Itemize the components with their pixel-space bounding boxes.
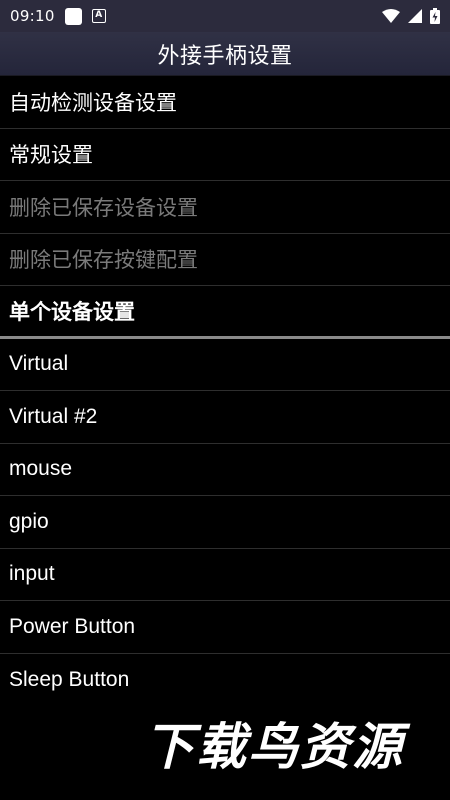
section-header-label: 单个设备设置 xyxy=(9,299,135,324)
screen: 09:10 A 外接手柄设置 自动检测设备设置 常规设置 删除已保存设备设置 删… xyxy=(0,0,450,800)
cell-signal-icon xyxy=(408,9,422,23)
menu-item-delete-key-config: 删除已保存按键配置 xyxy=(0,234,450,286)
wifi-icon xyxy=(382,9,400,23)
device-label: Power Button xyxy=(9,614,136,638)
device-label: Sleep Button xyxy=(9,667,130,691)
menu-item-general-settings[interactable]: 常规设置 xyxy=(0,129,450,181)
device-label: Virtual #2 xyxy=(9,404,98,428)
notification-square-icon xyxy=(64,7,82,25)
device-label: input xyxy=(9,562,55,586)
device-item-sleep-button[interactable]: Sleep Button xyxy=(0,654,450,707)
device-item-virtual[interactable]: Virtual xyxy=(0,339,450,391)
device-label: Virtual xyxy=(9,352,69,376)
device-item-power-button[interactable]: Power Button xyxy=(0,601,450,654)
status-bar: 09:10 A xyxy=(0,0,450,32)
device-item-mouse[interactable]: mouse xyxy=(0,444,450,496)
menu-item-label: 删除已保存设备设置 xyxy=(9,195,198,220)
battery-icon xyxy=(430,8,440,24)
menu-item-label: 删除已保存按键配置 xyxy=(9,248,198,273)
device-item-gpio[interactable]: gpio xyxy=(0,496,450,549)
menu-item-auto-detect[interactable]: 自动检测设备设置 xyxy=(0,76,450,129)
status-icons xyxy=(382,8,440,24)
a-notification-icon: A xyxy=(91,9,106,23)
section-header-single-device: 单个设备设置 xyxy=(0,286,450,339)
settings-list: 自动检测设备设置 常规设置 删除已保存设备设置 删除已保存按键配置 单个设备设置… xyxy=(0,76,450,706)
status-time: 09:10 xyxy=(10,7,55,25)
device-label: mouse xyxy=(9,457,73,481)
app-bar: 外接手柄设置 xyxy=(0,32,450,76)
device-label: gpio xyxy=(9,509,49,533)
device-item-virtual-2[interactable]: Virtual #2 xyxy=(0,391,450,444)
menu-item-delete-device-settings: 删除已保存设备设置 xyxy=(0,181,450,234)
menu-item-label: 常规设置 xyxy=(9,143,93,168)
watermark-logo: 下载鸟资源 xyxy=(144,718,404,776)
menu-item-label: 自动检测设备设置 xyxy=(9,90,177,115)
page-title: 外接手柄设置 xyxy=(157,43,293,69)
device-item-input[interactable]: input xyxy=(0,549,450,601)
